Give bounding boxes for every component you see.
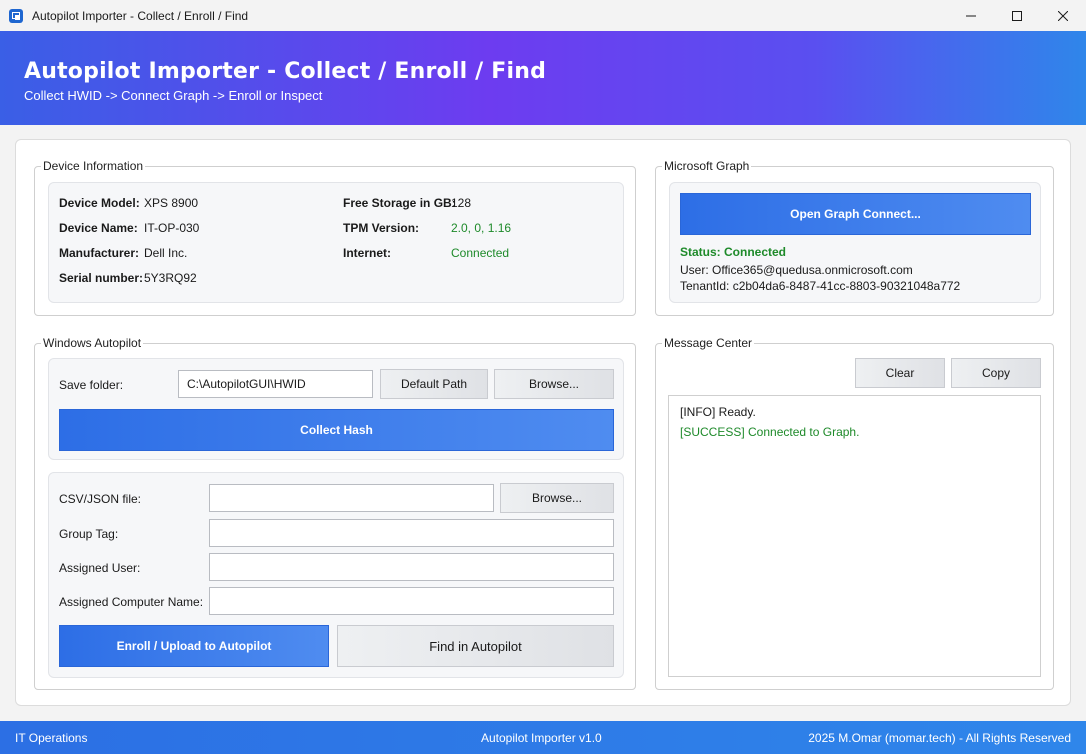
device-information-panel: Device Model: XPS 8900 Device Name: IT-O… — [48, 182, 624, 303]
assigned-computer-name-input[interactable] — [209, 587, 614, 615]
close-button[interactable] — [1040, 0, 1086, 31]
page-title: Autopilot Importer - Collect / Enroll / … — [24, 59, 547, 84]
message-line-success: [SUCCESS] Connected to Graph. — [680, 425, 860, 439]
serial-number-value: 5Y3RQ92 — [144, 271, 197, 285]
graph-status: Status: Connected — [680, 245, 787, 259]
group-tag-label: Group Tag: — [59, 527, 119, 541]
find-in-autopilot-button[interactable]: Find in Autopilot — [337, 625, 614, 667]
assigned-user-label: Assigned User: — [59, 561, 141, 575]
minimize-icon — [966, 15, 976, 16]
default-path-button[interactable]: Default Path — [380, 369, 488, 399]
free-storage-value: 128 — [451, 196, 472, 210]
csv-json-file-input[interactable] — [209, 484, 494, 512]
device-name-label: Device Name: — [59, 221, 138, 235]
microsoft-graph-legend: Microsoft Graph — [662, 159, 752, 173]
footer-right-text: 2025 M.Omar (momar.tech) - All Rights Re… — [808, 731, 1071, 745]
maximize-button[interactable] — [994, 0, 1040, 31]
windows-autopilot-group: Windows Autopilot Save folder: C:\Autopi… — [34, 336, 636, 690]
save-folder-label: Save folder: — [59, 378, 124, 392]
main-content: Device Information Device Model: XPS 890… — [15, 139, 1071, 706]
header-banner: Autopilot Importer - Collect / Enroll / … — [0, 31, 1086, 125]
device-information-group: Device Information Device Model: XPS 890… — [34, 159, 636, 316]
app-icon — [9, 8, 23, 23]
close-icon — [1058, 10, 1068, 21]
manufacturer-label: Manufacturer: — [59, 246, 140, 260]
device-model-label: Device Model: — [59, 196, 140, 210]
message-center-group: Message Center Clear Copy [INFO] Ready. … — [655, 336, 1054, 690]
collect-hash-panel: Save folder: C:\AutopilotGUI\HWID Defaul… — [48, 358, 624, 460]
collect-hash-button[interactable]: Collect Hash — [59, 409, 614, 451]
group-tag-input[interactable] — [209, 519, 614, 547]
graph-user: User: Office365@quedusa.onmicrosoft.com — [680, 263, 913, 277]
title-bar: Autopilot Importer - Collect / Enroll / … — [0, 0, 1086, 31]
microsoft-graph-panel: Open Graph Connect... Status: Connected … — [669, 182, 1041, 303]
csv-json-file-label: CSV/JSON file: — [59, 492, 142, 506]
manufacturer-value: Dell Inc. — [144, 246, 188, 260]
internet-label: Internet: — [343, 246, 391, 260]
browse-save-folder-button[interactable]: Browse... — [494, 369, 614, 399]
footer-center-text: Autopilot Importer v1.0 — [481, 731, 602, 745]
tpm-version-label: TPM Version: — [343, 221, 420, 235]
open-graph-connect-button[interactable]: Open Graph Connect... — [680, 193, 1031, 235]
footer-left-text: IT Operations — [15, 731, 88, 745]
tpm-version-value: 2.0, 0, 1.16 — [451, 221, 512, 235]
enroll-upload-button[interactable]: Enroll / Upload to Autopilot — [59, 625, 329, 667]
window-title: Autopilot Importer - Collect / Enroll / … — [32, 8, 249, 23]
save-folder-input[interactable]: C:\AutopilotGUI\HWID — [178, 370, 373, 398]
maximize-icon — [1012, 10, 1022, 21]
free-storage-label: Free Storage in GB: — [343, 196, 456, 210]
assigned-user-input[interactable] — [209, 553, 614, 581]
page-subtitle: Collect HWID -> Connect Graph -> Enroll … — [24, 88, 323, 103]
internet-status-value: Connected — [451, 246, 510, 260]
windows-autopilot-legend: Windows Autopilot — [41, 336, 144, 350]
device-name-value: IT-OP-030 — [144, 221, 200, 235]
message-center-legend: Message Center — [662, 336, 755, 350]
copy-messages-button[interactable]: Copy — [951, 358, 1041, 388]
message-line-info: [INFO] Ready. — [680, 405, 756, 419]
clear-messages-button[interactable]: Clear — [855, 358, 945, 388]
device-information-legend: Device Information — [41, 159, 146, 173]
device-model-value: XPS 8900 — [144, 196, 199, 210]
footer-bar: IT Operations Autopilot Importer v1.0 20… — [0, 721, 1086, 754]
message-log[interactable]: [INFO] Ready. [SUCCESS] Connected to Gra… — [668, 395, 1041, 677]
assigned-computer-name-label: Assigned Computer Name: — [59, 595, 204, 609]
window-controls — [948, 0, 1086, 31]
minimize-button[interactable] — [948, 0, 994, 31]
enroll-panel: CSV/JSON file: Browse... Group Tag: Assi… — [48, 472, 624, 678]
browse-csv-file-button[interactable]: Browse... — [500, 483, 614, 513]
microsoft-graph-group: Microsoft Graph Open Graph Connect... St… — [655, 159, 1054, 316]
graph-tenant-id: TenantId: c2b04da6-8487-41cc-8803-903210… — [680, 279, 961, 293]
serial-number-label: Serial number: — [59, 271, 144, 285]
